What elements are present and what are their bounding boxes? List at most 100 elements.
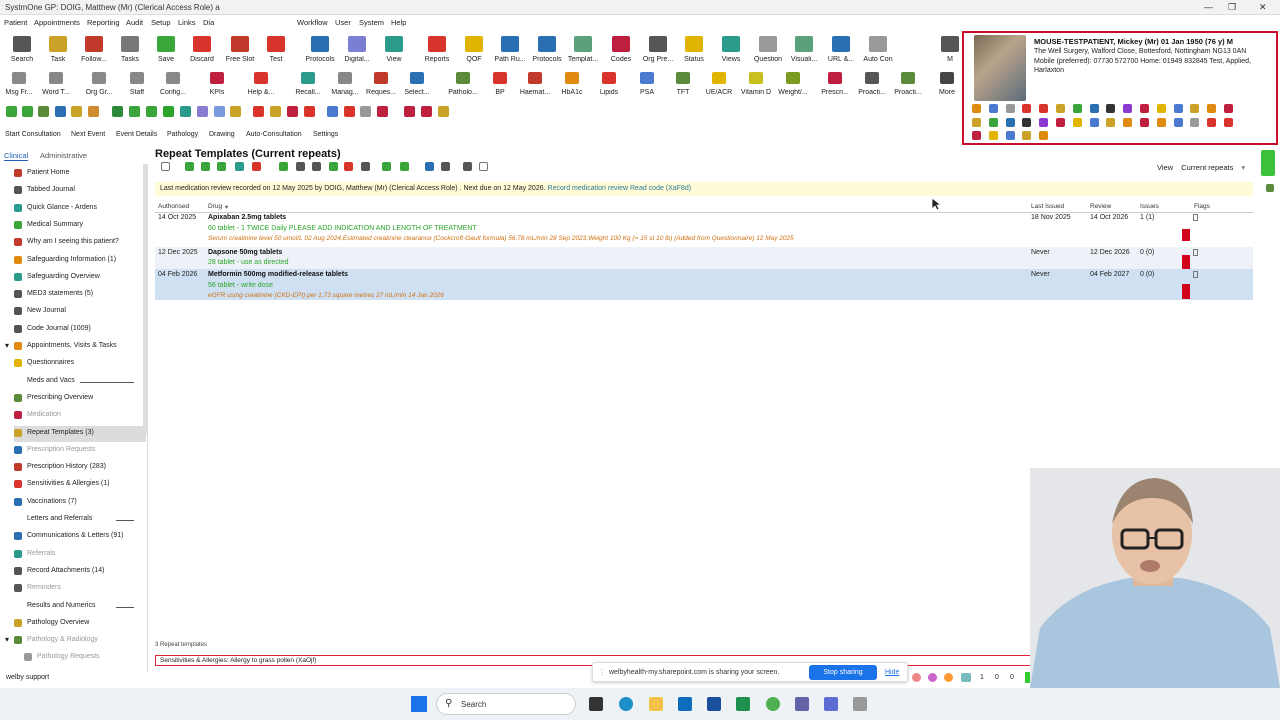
clinical-button-org-gr[interactable]: Org Gr... [82,72,116,98]
patient-alert-icon[interactable] [1022,117,1032,127]
quick-action-icon[interactable] [6,106,17,117]
clinical-button-proacti[interactable]: Proacti... [891,72,925,98]
patient-alert-icon[interactable] [988,104,998,113]
repeat-action-icon[interactable] [279,162,288,171]
toolbar-button-discard[interactable]: Discard [184,34,220,68]
alert-badge[interactable] [1261,150,1275,176]
repeat-action-icon[interactable] [161,162,170,171]
repeat-action-icon[interactable] [400,162,409,171]
quick-action-icon[interactable] [230,106,241,117]
patient-alert-icon[interactable] [972,117,981,127]
patient-alert-icon[interactable] [1140,117,1149,127]
clinical-button-config[interactable]: Config... [156,72,190,98]
pathology-button[interactable]: Pathology [167,131,198,138]
clinical-button-bp[interactable]: BP [483,72,517,98]
menu-reporting[interactable]: Reporting [87,18,120,27]
repeat-action-icon[interactable] [296,162,305,171]
clinical-button-vitamin-d[interactable]: Vitamin D [739,72,773,98]
table-row[interactable]: 14 Oct 2025 Apixaban 2.5mg tablets 60 ta… [155,214,1253,242]
quick-action-icon[interactable] [377,106,388,117]
tree-icon[interactable] [1266,184,1274,192]
repeat-action-icon[interactable] [185,162,194,171]
sidebar-item-new-journal[interactable]: New Journal [14,304,146,320]
menu-user[interactable]: User [335,18,351,27]
patient-alert-icon[interactable] [1005,104,1015,113]
quick-action-icon[interactable] [197,106,208,117]
sidebar-item-why-am-i-seeing-this-patient[interactable]: Why am I seeing this patient? [14,235,146,251]
sidebar-item-safeguarding-information-1[interactable]: Safeguarding Information (1) [14,253,146,269]
repeat-action-icon[interactable] [441,162,450,171]
outlook-icon[interactable] [678,697,692,711]
sidebar-item-safeguarding-overview[interactable]: Safeguarding Overview [14,270,146,286]
clinical-button-weight[interactable]: Weight/... [776,72,810,98]
clinical-button-proacti[interactable]: Proacti... [855,72,889,98]
quick-action-icon[interactable] [163,106,174,117]
repeat-action-icon[interactable] [329,162,338,171]
word-icon[interactable] [707,697,721,711]
toolbar-button-question[interactable]: Question [750,34,786,68]
auto-consultation-button[interactable]: Auto-Consultation [246,131,302,138]
sidebar-item-repeat-templates-3[interactable]: Repeat Templates (3) [14,425,146,442]
toolbar-button-visuali[interactable]: Visuali... [786,34,822,68]
clinical-button-recall[interactable]: Recall... [291,72,325,98]
quick-action-icon[interactable] [38,106,49,117]
menu-dia[interactable]: Dia [203,18,214,27]
patient-alert-icon[interactable] [1190,117,1200,127]
menu-audit[interactable]: Audit [126,18,143,27]
patient-alert-icon[interactable] [1022,131,1032,140]
patient-alert-icon[interactable] [1072,104,1082,113]
sidebar-item-pathology-overview[interactable]: Pathology Overview [14,616,146,632]
quick-action-icon[interactable] [421,106,432,117]
repeat-action-icon[interactable] [312,162,321,171]
menu-links[interactable]: Links [178,18,196,27]
patient-alert-icon[interactable] [1089,104,1099,113]
clinical-button-lipids[interactable]: Lipids [592,72,626,98]
patient-alert-icon[interactable] [1056,104,1065,113]
sidebar-item-prescription-requests[interactable]: Prescription Requests [14,443,146,459]
stop-sharing-button[interactable]: Stop sharing [809,665,877,680]
repeat-action-icon[interactable] [235,162,244,171]
patient-alert-icon[interactable] [1123,117,1133,127]
toolbar-button-follow[interactable]: Follow... [76,34,112,68]
menu-system[interactable]: System [359,18,384,27]
repeat-action-icon[interactable] [479,162,488,171]
patient-alert-icon[interactable] [1106,117,1116,127]
clinical-button-manag[interactable]: Manag... [328,72,362,98]
patient-alert-icon[interactable] [988,131,998,140]
quick-action-icon[interactable] [253,106,264,117]
patient-alert-icon[interactable] [1224,117,1233,127]
chevron-down-icon[interactable]: ▾ [1241,163,1245,172]
clinical-button-help[interactable]: Help &... [244,72,278,98]
app-icon[interactable] [824,697,838,711]
patient-alert-icon[interactable] [1173,117,1183,127]
quick-action-icon[interactable] [270,106,281,117]
patient-alert-icon[interactable] [1173,104,1183,113]
quick-action-icon[interactable] [129,106,140,117]
start-consultation-button[interactable]: Start Consultation [5,131,61,138]
expand-chevron-icon[interactable]: ▾ [5,341,9,350]
toolbar-button-task[interactable]: Task [40,34,76,68]
task-view-icon[interactable] [589,697,603,711]
repeat-action-icon[interactable] [217,162,226,171]
document-icon[interactable] [1193,214,1198,221]
table-row[interactable]: 04 Feb 2026 Metformin 500mg modified-rel… [155,269,1253,300]
sidebar-item-record-attachments-14[interactable]: Record Attachments (14) [14,564,146,580]
toolbar-button-free-slot[interactable]: Free Slot [222,34,258,68]
toolbar-button-auto-con[interactable]: Auto Con [860,34,896,68]
sidebar-item-vaccinations-7[interactable]: Vaccinations (7) [14,495,146,511]
close-icon[interactable]: ✕ [1259,2,1267,13]
repeat-action-icon[interactable] [361,162,370,171]
document-icon[interactable] [1193,249,1198,256]
toolbar-button-reports[interactable]: Reports [419,34,455,68]
clinical-button-tft[interactable]: TFT [666,72,700,98]
patient-alert-icon[interactable] [988,117,998,127]
repeat-action-icon[interactable] [382,162,391,171]
toolbar-button-qof[interactable]: QOF [456,34,492,68]
sidebar-item-appointments-visits-tasks[interactable]: ▾ Appointments, Visits & Tasks [2,339,146,355]
menu-help[interactable]: Help [391,18,406,27]
toolbar-button-protocols[interactable]: Protocols [302,34,338,68]
clinical-button-kpis[interactable]: KPIs [200,72,234,98]
col-review[interactable]: Review [1090,203,1111,210]
patient-alert-icon[interactable] [1156,104,1166,113]
toolbar-button-save[interactable]: Save [148,34,184,68]
